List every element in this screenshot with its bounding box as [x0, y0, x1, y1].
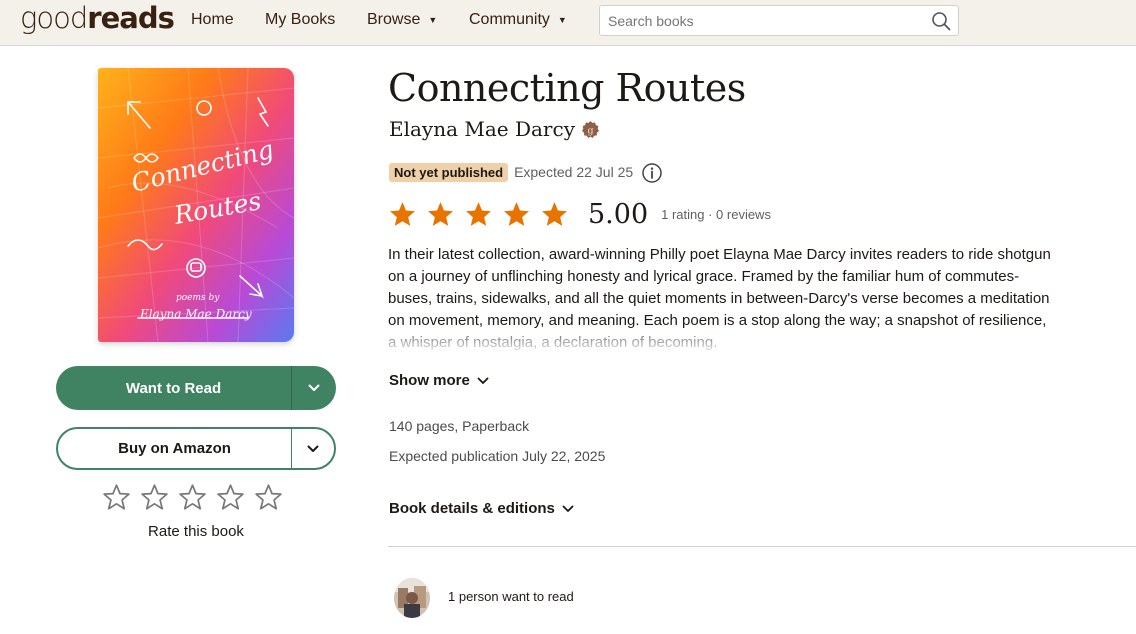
empty-star-icon[interactable] — [215, 482, 246, 513]
empty-star-icon[interactable] — [139, 482, 170, 513]
ratings-reviews-count[interactable]: 1 rating · 0 reviews — [661, 207, 771, 222]
nav-browse-label: Browse — [367, 11, 421, 28]
publication-status-row: Not yet published Expected 22 Jul 25 — [389, 162, 633, 182]
chevron-down-icon — [307, 445, 319, 452]
nav-my-books-label: My Books — [265, 11, 336, 28]
top-navigation-bar: goodreads Home My Books Browse ▼ Communi… — [0, 0, 1136, 46]
search-box — [599, 5, 959, 36]
buy-on-amazon-label[interactable]: Buy on Amazon — [58, 429, 292, 468]
book-details-label: Book details & editions — [389, 500, 555, 517]
nav-browse[interactable]: Browse ▼ — [367, 11, 437, 29]
author-name[interactable]: Elayna Mae Darcy — [389, 117, 575, 141]
section-divider — [388, 546, 1136, 547]
goodreads-author-badge-icon: g — [581, 120, 600, 138]
average-rating-stars — [388, 200, 569, 229]
goodreads-logo[interactable]: goodreads — [20, 1, 175, 35]
want-to-read-button[interactable]: Want to Read — [56, 366, 336, 410]
logo-text-light: good — [20, 1, 88, 35]
nav-home-label: Home — [191, 11, 234, 28]
nav-my-books[interactable]: My Books — [265, 11, 335, 29]
show-more-label: Show more — [389, 372, 470, 389]
reader-avatar[interactable] — [394, 578, 430, 618]
buy-options-dropdown-button[interactable] — [292, 429, 334, 468]
nav-home[interactable]: Home — [191, 11, 234, 29]
show-more-button[interactable]: Show more — [389, 372, 489, 389]
filled-star-icon — [466, 202, 491, 226]
chevron-down-icon — [308, 384, 320, 391]
nav-community[interactable]: Community ▼ — [469, 11, 567, 29]
book-title: Connecting Routes — [388, 66, 746, 110]
pages-format: 140 pages, Paperback — [389, 418, 530, 434]
book-description: In their latest collection, award-winnin… — [388, 244, 1056, 354]
filled-star-icon — [390, 202, 415, 226]
publication-date: Expected publication July 22, 2025 — [389, 448, 606, 464]
info-icon[interactable] — [641, 162, 663, 184]
shelf-dropdown-button[interactable] — [292, 366, 336, 410]
chevron-down-icon — [562, 505, 574, 512]
logo-text-bold: reads — [87, 1, 175, 35]
average-rating-value: 5.00 — [588, 199, 649, 230]
cover-byline: poems by — [176, 293, 220, 303]
expected-date: Expected 22 Jul 25 — [514, 164, 634, 180]
cover-artwork: Connecting Routes poems by Elayna Mae Da… — [98, 68, 294, 342]
svg-text:g: g — [587, 125, 593, 136]
avatar-image — [394, 578, 430, 618]
want-to-read-label[interactable]: Want to Read — [56, 366, 292, 410]
description-fade-overlay — [388, 328, 1056, 354]
status-badge: Not yet published — [389, 162, 509, 182]
filled-star-icon — [542, 202, 567, 226]
nav-community-label: Community — [469, 11, 550, 28]
caret-down-icon: ▼ — [557, 15, 567, 25]
rating-summary[interactable]: 5.00 1 rating · 0 reviews — [388, 199, 771, 230]
book-details-editions-toggle[interactable]: Book details & editions — [389, 500, 574, 517]
filled-star-icon — [428, 202, 453, 226]
search-icon[interactable] — [930, 10, 952, 32]
search-input[interactable] — [600, 6, 920, 35]
cover-author: Elayna Mae Darcy — [139, 307, 252, 321]
empty-star-icon[interactable] — [253, 482, 284, 513]
caret-down-icon: ▼ — [428, 15, 438, 25]
filled-star-icon — [504, 202, 529, 226]
rate-this-book-label: Rate this book — [148, 523, 244, 540]
book-cover-image[interactable]: Connecting Routes poems by Elayna Mae Da… — [98, 68, 294, 342]
empty-star-icon[interactable] — [177, 482, 208, 513]
chevron-down-icon — [477, 377, 489, 384]
empty-star-icon[interactable] — [101, 482, 132, 513]
buy-on-amazon-button[interactable]: Buy on Amazon — [56, 427, 336, 470]
rate-this-book-stars — [101, 482, 284, 513]
want-to-read-count: 1 person want to read — [448, 589, 574, 604]
author-link[interactable]: Elayna Mae Darcy g — [389, 117, 600, 141]
